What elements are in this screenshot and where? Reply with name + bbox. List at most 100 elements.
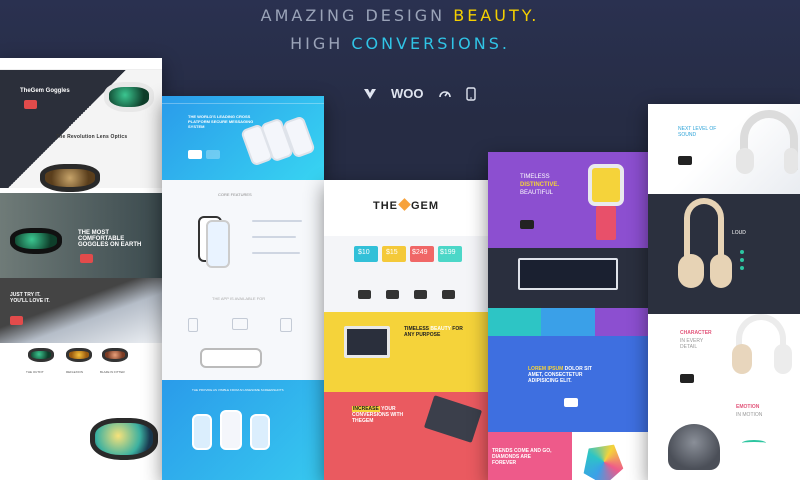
- visual-composer-icon: [364, 88, 376, 99]
- feature-dot: [740, 250, 744, 254]
- product-goggles-2: [66, 348, 92, 362]
- trends-title: TRENDS COME AND GO, DIAMONDS ARE FOREVER: [492, 448, 552, 466]
- product-label: BLAZE IN FITTER: [100, 370, 125, 374]
- pricing-button[interactable]: [414, 290, 428, 299]
- hero-button[interactable]: [24, 100, 38, 109]
- mountain-band: [0, 278, 162, 343]
- watch-image: [588, 164, 624, 206]
- screenshot-thumb: [192, 414, 212, 450]
- wave-icon: [742, 440, 766, 446]
- pricing-band: [324, 236, 488, 312]
- promo-title: THE MOST COMFORTABLE GOGGLES ON EARTH: [78, 230, 142, 248]
- nav-bar: [162, 98, 324, 104]
- earcup: [784, 148, 798, 174]
- phone-image: [206, 220, 230, 268]
- hero-title: TheGem Goggles: [20, 88, 70, 94]
- color-tile: [541, 308, 595, 336]
- speed-icon: [438, 90, 451, 97]
- try-title: JUST TRY IT. YOU'LL LOVE IT.: [10, 292, 50, 304]
- section-title: LOUD: [732, 230, 746, 236]
- logo-text: GEM: [410, 200, 440, 212]
- section-title: THE PROVIDE AS VISIBLE FROM AN AWESOME S…: [192, 388, 284, 392]
- device-outline: [188, 318, 198, 332]
- price-value: $199: [440, 249, 456, 256]
- headline-accent: BEAUTY.: [453, 6, 540, 25]
- beanie-image: [668, 424, 720, 470]
- product-goggles-1: [28, 348, 54, 362]
- goggles-image: [104, 82, 154, 112]
- mobile-icon: [465, 86, 476, 101]
- nav-bar: [0, 58, 162, 70]
- title-text: ANY PURPOSE: [404, 332, 441, 338]
- earcup: [678, 254, 704, 288]
- earcup: [732, 344, 752, 374]
- lorem-button[interactable]: [564, 398, 579, 407]
- headline-line-1: AMAZING DESIGN BEAUTY.: [0, 6, 800, 25]
- hero-button[interactable]: [206, 150, 221, 159]
- section-title: CHARACTER: [680, 330, 712, 336]
- section-subtitle: IN EVERY DETAIL: [680, 338, 704, 350]
- gem-image: [577, 435, 632, 480]
- detail-button[interactable]: [680, 374, 695, 383]
- pricing-button[interactable]: [358, 290, 372, 299]
- hero-title: BEAUTIFUL: [520, 190, 554, 196]
- section-title: CORE FEATURES: [218, 192, 252, 197]
- device-outline: [280, 318, 292, 332]
- section-title: THE APP IS AVAILABLE FOR: [212, 296, 266, 301]
- hero-button[interactable]: [678, 156, 693, 165]
- logo: THE GEM: [324, 198, 488, 212]
- hero-title: DISTINCTIVE.: [520, 182, 560, 188]
- feature-icons: WOO: [363, 86, 476, 101]
- goggles-image: [10, 228, 62, 254]
- price-value: $249: [412, 249, 428, 256]
- logo-text: THE: [372, 200, 398, 212]
- device-outline: [232, 318, 248, 330]
- goggles-image-large: [90, 418, 158, 460]
- woocommerce-icon: WOO: [391, 86, 424, 101]
- color-tile: [488, 308, 542, 336]
- feature-dot: [740, 258, 744, 262]
- section-title: The Revolution Lens Optics: [56, 134, 128, 140]
- mockup-headphones: NEXT LEVEL OF SOUND LOUD CHARACTER IN EV…: [648, 104, 800, 480]
- promo-button[interactable]: [80, 254, 94, 263]
- color-tile: [594, 308, 648, 336]
- pricing-button[interactable]: [442, 290, 456, 299]
- section-subtitle: IN MOTION: [736, 412, 763, 418]
- product-label: REFLEXION: [66, 370, 84, 374]
- imac-image: [344, 326, 390, 358]
- headline-accent: CONVERSIONS.: [351, 34, 510, 53]
- headline-line-2: HIGH CONVERSIONS.: [0, 34, 800, 53]
- screenshot-thumb: [250, 414, 270, 450]
- earcup: [710, 254, 732, 288]
- phone-landscape-image: [200, 348, 262, 368]
- blue-section: [488, 336, 648, 432]
- hero-button[interactable]: [188, 150, 203, 159]
- goggles-image: [40, 164, 100, 192]
- monitor-image: [518, 258, 618, 290]
- feature-line: [252, 252, 300, 254]
- feature-line: [252, 220, 302, 222]
- pricing-button[interactable]: [386, 290, 400, 299]
- screenshot-thumb: [220, 410, 242, 450]
- increase-title: INCREASE YOUR CONVERSIONS WITH THEGEM: [352, 406, 416, 424]
- hero-button[interactable]: [520, 220, 535, 229]
- hero-title: NEXT LEVEL OF SOUND: [678, 126, 717, 138]
- earcup: [736, 148, 754, 174]
- color-grid: [488, 308, 648, 336]
- watch-strap: [596, 206, 616, 240]
- mockup-messaging-app: THE WORLD'S LEADING CROSS PLATFORM SECUR…: [162, 96, 324, 480]
- feature-line: [252, 236, 296, 238]
- mockup-watch: TIMELESS DISTINCTIVE. BEAUTIFUL LOREM IP…: [488, 152, 648, 480]
- timeless-title: TIMELESS BEAUTY FOR ANY PURPOSE: [404, 326, 484, 338]
- section-title: EMOTION: [736, 404, 760, 410]
- mockup-goggles: TheGem Goggles The Revolution Lens Optic…: [0, 58, 162, 480]
- headline-text: AMAZING DESIGN: [260, 6, 446, 25]
- product-goggles-3: [102, 348, 128, 362]
- gem-icon: [398, 198, 411, 211]
- price-value: $10: [358, 249, 370, 256]
- hero-title: TIMELESS: [520, 174, 550, 180]
- earcup: [774, 344, 792, 374]
- try-button[interactable]: [10, 316, 24, 325]
- price-value: $15: [386, 249, 398, 256]
- feature-dot: [740, 266, 744, 270]
